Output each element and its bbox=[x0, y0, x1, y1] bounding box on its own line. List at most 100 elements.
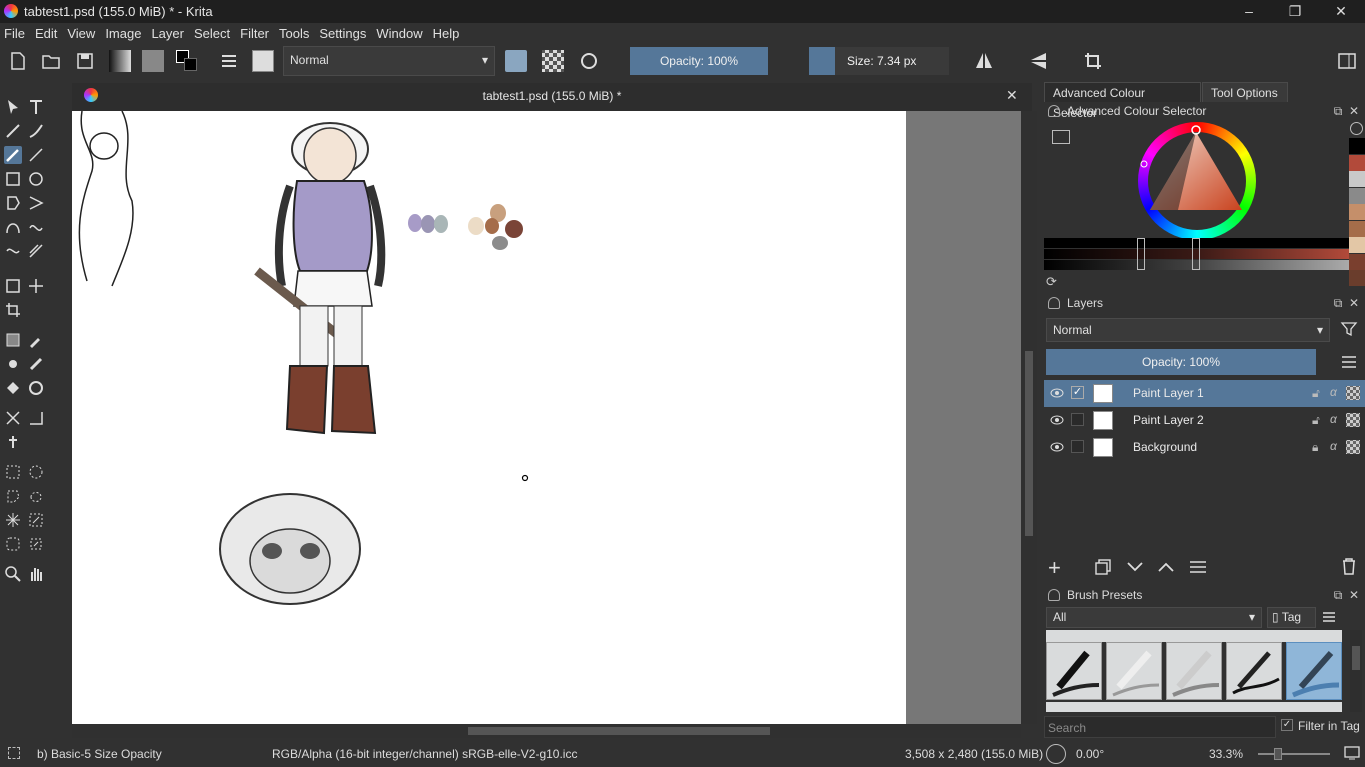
rectangle-tool-icon[interactable] bbox=[4, 170, 22, 188]
lock-docker-icon[interactable] bbox=[1048, 105, 1060, 117]
new-document-icon[interactable] bbox=[7, 50, 29, 72]
select-shapes-tool-icon[interactable] bbox=[4, 98, 22, 116]
document-tab[interactable]: tabtest1.psd (155.0 MiB) * ✕ bbox=[72, 83, 1032, 111]
inherit-alpha-icon[interactable] bbox=[1346, 413, 1360, 427]
preserve-alpha-icon[interactable] bbox=[542, 50, 564, 72]
menu-view[interactable]: View bbox=[67, 24, 95, 44]
layer-menu-icon[interactable] bbox=[1340, 354, 1358, 370]
zoom-tool-icon[interactable] bbox=[4, 565, 22, 583]
preset-ink-pen[interactable] bbox=[1046, 642, 1102, 700]
preset-search-input[interactable]: Search bbox=[1044, 716, 1276, 738]
alpha-lock-icon[interactable]: α bbox=[1330, 439, 1337, 453]
bezier-selection-tool-icon[interactable] bbox=[4, 535, 22, 553]
assistant-tool-icon[interactable] bbox=[4, 409, 22, 427]
lock-icon[interactable]: 🔒︎ bbox=[1312, 440, 1318, 455]
menu-help[interactable]: Help bbox=[433, 24, 460, 44]
colour-history-swatch[interactable] bbox=[1349, 187, 1365, 204]
colour-history-swatch[interactable] bbox=[1349, 220, 1365, 237]
lock-icon[interactable]: 🔓︎ bbox=[1312, 386, 1320, 401]
inherit-alpha-icon[interactable] bbox=[1346, 386, 1360, 400]
layer-checkbox[interactable] bbox=[1071, 413, 1084, 426]
preset-scroll-thumb[interactable] bbox=[1352, 646, 1360, 670]
pattern-icon[interactable] bbox=[142, 50, 164, 72]
preset-view-menu-icon[interactable] bbox=[1322, 610, 1336, 624]
minimize-button[interactable]: – bbox=[1226, 0, 1272, 23]
mirror-vertical-icon[interactable] bbox=[1028, 50, 1050, 72]
zoom-slider[interactable] bbox=[1258, 748, 1330, 760]
workspace-chooser-icon[interactable] bbox=[1336, 50, 1358, 72]
bezier-curve-tool-icon[interactable] bbox=[4, 218, 22, 236]
colour-history-swatch[interactable] bbox=[1349, 270, 1365, 286]
calligraphy-tool-icon[interactable] bbox=[27, 122, 45, 140]
menu-tools[interactable]: Tools bbox=[279, 24, 309, 44]
elliptical-selection-tool-icon[interactable] bbox=[27, 463, 45, 481]
eye-icon[interactable] bbox=[1050, 413, 1064, 427]
close-document-button[interactable]: ✕ bbox=[1006, 87, 1018, 104]
save-icon[interactable] bbox=[74, 50, 96, 72]
close-window-button[interactable]: ✕ bbox=[1318, 0, 1364, 23]
tab-advanced-colour-selector[interactable]: Advanced Colour Selector bbox=[1044, 82, 1201, 120]
docker-float-close-icons[interactable]: ⧉ ✕ bbox=[1334, 588, 1359, 603]
freehand-brush-tool-icon[interactable] bbox=[4, 146, 22, 164]
horizontal-scrollbar[interactable] bbox=[72, 724, 1021, 738]
freehand-selection-tool-icon[interactable] bbox=[27, 487, 45, 505]
colour-history-swatch[interactable] bbox=[1349, 138, 1365, 154]
preset-scrollbar[interactable] bbox=[1350, 630, 1362, 712]
tag-button[interactable]: ▯ Tag bbox=[1267, 607, 1316, 628]
blend-mode-select[interactable]: Normal ▾ bbox=[283, 46, 495, 76]
vertical-scroll-thumb[interactable] bbox=[1025, 351, 1033, 536]
selection-status-icon[interactable] bbox=[8, 747, 20, 759]
polygon-tool-icon[interactable] bbox=[4, 194, 22, 212]
enclose-fill-tool-icon[interactable] bbox=[27, 379, 45, 397]
similar-color-selection-tool-icon[interactable] bbox=[27, 511, 45, 529]
polygonal-selection-tool-icon[interactable] bbox=[4, 487, 22, 505]
zoom-slider-handle[interactable] bbox=[1274, 748, 1282, 760]
menu-image[interactable]: Image bbox=[105, 24, 141, 44]
text-tool-icon[interactable] bbox=[27, 98, 45, 116]
layer-opacity-slider[interactable]: Opacity: 100% bbox=[1046, 349, 1316, 375]
status-zoom[interactable]: 33.3% bbox=[1209, 747, 1243, 761]
lock-docker-icon[interactable] bbox=[1048, 297, 1060, 309]
dynamic-brush-tool-icon[interactable] bbox=[4, 242, 22, 260]
eye-icon[interactable] bbox=[1050, 440, 1064, 454]
gradient-tool-icon[interactable] bbox=[4, 331, 22, 349]
foreground-background-color-icon[interactable] bbox=[176, 50, 198, 72]
layer-blend-mode-select[interactable]: Normal ▾ bbox=[1046, 318, 1330, 342]
preset-red-ink[interactable] bbox=[1226, 642, 1282, 700]
open-folder-icon[interactable] bbox=[40, 50, 62, 72]
status-colorspace[interactable]: RGB/Alpha (16-bit integer/channel) sRGB-… bbox=[272, 747, 577, 761]
menu-window[interactable]: Window bbox=[376, 24, 422, 44]
colour-history-swatch[interactable] bbox=[1349, 171, 1365, 187]
colorize-mask-tool-icon[interactable] bbox=[4, 355, 22, 373]
layer-properties-icon[interactable] bbox=[1188, 558, 1208, 576]
layer-checkbox[interactable]: ✓ bbox=[1071, 386, 1084, 399]
alpha-lock-icon[interactable]: α bbox=[1330, 412, 1337, 426]
mirror-horizontal-icon[interactable] bbox=[973, 50, 995, 72]
add-layer-icon[interactable]: + bbox=[1048, 555, 1061, 581]
fill-tool-icon[interactable] bbox=[4, 379, 22, 397]
reference-images-tool-icon[interactable] bbox=[4, 433, 22, 451]
measure-tool-icon[interactable] bbox=[27, 409, 45, 427]
edit-shapes-tool-icon[interactable] bbox=[4, 122, 22, 140]
move-layer-down-icon[interactable] bbox=[1126, 560, 1144, 574]
preset-basic-5-size-opacity[interactable] bbox=[1286, 642, 1342, 700]
menu-edit[interactable]: Edit bbox=[35, 24, 57, 44]
ellipse-tool-icon[interactable] bbox=[27, 170, 45, 188]
filter-in-tag-checkbox[interactable]: ✓ bbox=[1281, 719, 1293, 731]
menu-select[interactable]: Select bbox=[194, 24, 230, 44]
rotation-icon[interactable] bbox=[1046, 744, 1066, 764]
filter-icon[interactable] bbox=[1340, 320, 1358, 338]
shade-marker-right[interactable] bbox=[1192, 238, 1200, 270]
gradient-icon[interactable] bbox=[109, 50, 131, 72]
menu-filter[interactable]: Filter bbox=[240, 24, 269, 44]
colour-history-swatch[interactable] bbox=[1349, 253, 1365, 270]
freehand-path-tool-icon[interactable] bbox=[27, 218, 45, 236]
vertical-scrollbar[interactable] bbox=[1021, 111, 1037, 724]
status-rotation[interactable]: 0.00° bbox=[1076, 747, 1104, 761]
colour-history-swatch[interactable] bbox=[1349, 237, 1365, 253]
colour-history-swatch[interactable] bbox=[1349, 204, 1365, 220]
crop-tool-icon[interactable] bbox=[4, 301, 22, 319]
docker-float-close-icons[interactable]: ⧉ ✕ bbox=[1334, 104, 1359, 119]
move-layer-up-icon[interactable] bbox=[1157, 560, 1175, 574]
lock-docker-icon[interactable] bbox=[1048, 589, 1060, 601]
